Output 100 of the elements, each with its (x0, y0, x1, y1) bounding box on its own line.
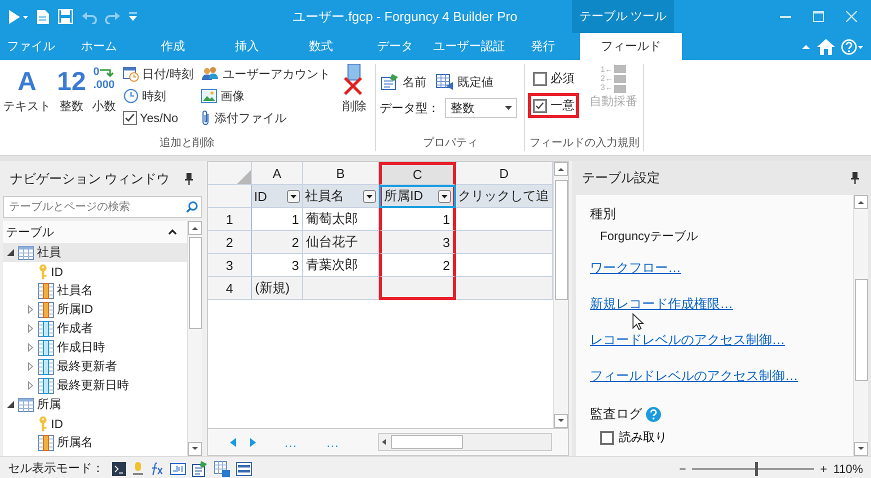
table-cell: 仙台花子 (303, 231, 379, 254)
scroll-down-icon[interactable] (188, 442, 202, 456)
calendar-clock-icon (122, 66, 139, 82)
search-field[interactable]: テーブルとページの検索 (3, 196, 202, 218)
link[interactable]: フィールドレベルのアクセス制御… (590, 368, 798, 383)
tree-item[interactable]: 最終更新者 (3, 357, 187, 376)
section-label: 監査ログ (590, 405, 642, 423)
search-icon[interactable] (186, 201, 198, 213)
column-header[interactable]: D (456, 162, 553, 185)
filter-dropdown-icon[interactable] (438, 190, 451, 202)
field-label: データ型： (379, 100, 440, 116)
maximize-icon[interactable] (813, 11, 824, 22)
previous-sheet-icon[interactable] (230, 438, 236, 446)
filter-dropdown-icon[interactable] (363, 190, 376, 202)
home-icon[interactable] (817, 38, 835, 54)
scroll-up-icon[interactable] (854, 195, 868, 209)
field-type-button[interactable]: 添付ファイル (199, 108, 332, 128)
terminal-icon[interactable] (112, 462, 126, 476)
collapse-icon[interactable] (168, 229, 177, 235)
expand-icon[interactable] (26, 362, 35, 371)
field-type-button[interactable]: 画像 (199, 86, 332, 106)
field-icon (38, 378, 54, 394)
function-icon[interactable] (150, 462, 164, 476)
list-icon[interactable] (236, 462, 252, 476)
expand-icon[interactable] (26, 343, 35, 352)
row-header[interactable]: 2 (208, 231, 252, 254)
field-type-button[interactable]: A テキスト (2, 64, 52, 135)
expand-icon[interactable] (26, 305, 35, 314)
new-document-icon[interactable] (36, 8, 50, 24)
scroll-down-icon[interactable] (854, 442, 868, 456)
textbox-icon[interactable] (170, 462, 186, 474)
column-header[interactable]: A (252, 162, 303, 185)
property-button[interactable]: 名前 (379, 72, 428, 92)
field-type-button[interactable]: 0 .000 小数 (90, 64, 117, 135)
delete-button[interactable]: 削除 (336, 64, 372, 135)
checkbox[interactable]: 読み取り (600, 429, 839, 446)
scrollbar[interactable] (853, 195, 868, 456)
ribbon-tab[interactable]: フィールド (580, 33, 682, 60)
run-icon[interactable] (8, 8, 28, 24)
field-icon (38, 320, 54, 336)
table-link-icon[interactable] (214, 460, 230, 476)
clock-icon (122, 88, 139, 104)
zoom-in-button[interactable]: + (820, 462, 828, 476)
tree-item[interactable]: 作成者 (3, 319, 187, 338)
collapse-ribbon-icon[interactable] (801, 42, 811, 50)
tree-item[interactable]: 所属名 (3, 433, 187, 452)
help-icon[interactable] (646, 406, 661, 422)
tree-item[interactable]: 所属 (3, 395, 187, 414)
field-type-button[interactable]: 日付/時刻 (120, 64, 196, 84)
checkbox[interactable]: 必須 (531, 69, 576, 88)
slider-thumb[interactable] (754, 462, 758, 476)
scrollbar[interactable] (553, 162, 568, 428)
tree-item[interactable]: 所属ID (3, 300, 187, 319)
link[interactable]: 新規レコード作成権限… (590, 296, 733, 311)
users-icon (201, 66, 220, 82)
row-header[interactable]: 3 (208, 254, 252, 277)
tree-item[interactable]: 社員名 (3, 281, 187, 300)
zoom-value: 110% (833, 462, 863, 476)
tree-item[interactable]: 最終更新日時 (3, 376, 187, 395)
save-icon[interactable] (58, 9, 73, 24)
zoom-out-button[interactable]: − (679, 462, 686, 476)
next-sheet-icon[interactable] (250, 438, 256, 446)
scrollbar[interactable] (187, 221, 202, 456)
help-icon[interactable] (841, 38, 863, 54)
customize-icon[interactable] (129, 12, 137, 22)
column-header[interactable]: B (303, 162, 379, 185)
collapse-icon[interactable] (6, 400, 15, 409)
field-type-button[interactable]: 時刻 (120, 86, 196, 106)
bulb-icon[interactable] (132, 462, 144, 476)
pin-icon[interactable] (185, 172, 193, 184)
data-type-dropdown[interactable]: 整数 (445, 98, 518, 118)
pin-icon[interactable] (851, 172, 859, 184)
table-cell: (新規) (252, 277, 303, 300)
horizontal-scrollbar[interactable] (378, 433, 552, 451)
scroll-up-icon[interactable] (554, 162, 568, 176)
checkbox[interactable]: 一意 (531, 96, 576, 115)
tree-item[interactable]: ID (3, 414, 187, 433)
form-icon[interactable] (192, 460, 208, 476)
link[interactable]: レコードレベルのアクセス制御… (590, 332, 785, 347)
property-button[interactable]: 既定値 (434, 72, 496, 92)
undo-icon[interactable] (81, 10, 97, 24)
expand-icon[interactable] (26, 381, 35, 390)
scroll-down-icon[interactable] (554, 414, 568, 428)
corner-cell[interactable] (208, 162, 252, 185)
scroll-up-icon[interactable] (188, 221, 202, 235)
row-header[interactable]: 4 (208, 277, 252, 300)
filter-dropdown-icon[interactable] (287, 190, 300, 202)
field-type-button[interactable]: 12 整数 (56, 64, 87, 135)
tree-item[interactable]: ID (3, 262, 187, 281)
expand-icon[interactable] (26, 324, 35, 333)
column-header[interactable]: C (379, 162, 456, 185)
redo-icon[interactable] (105, 10, 121, 24)
field-type-button[interactable]: ユーザーアカウント (199, 64, 332, 84)
collapse-icon[interactable] (6, 248, 15, 257)
close-icon[interactable] (846, 11, 857, 22)
field-type-button[interactable]: Yes/No (120, 108, 196, 128)
tree-item[interactable]: 作成日時 (3, 338, 187, 357)
tree-item[interactable]: 社員 (3, 243, 187, 262)
link[interactable]: ワークフロー… (590, 260, 681, 275)
row-header[interactable]: 1 (208, 208, 252, 231)
